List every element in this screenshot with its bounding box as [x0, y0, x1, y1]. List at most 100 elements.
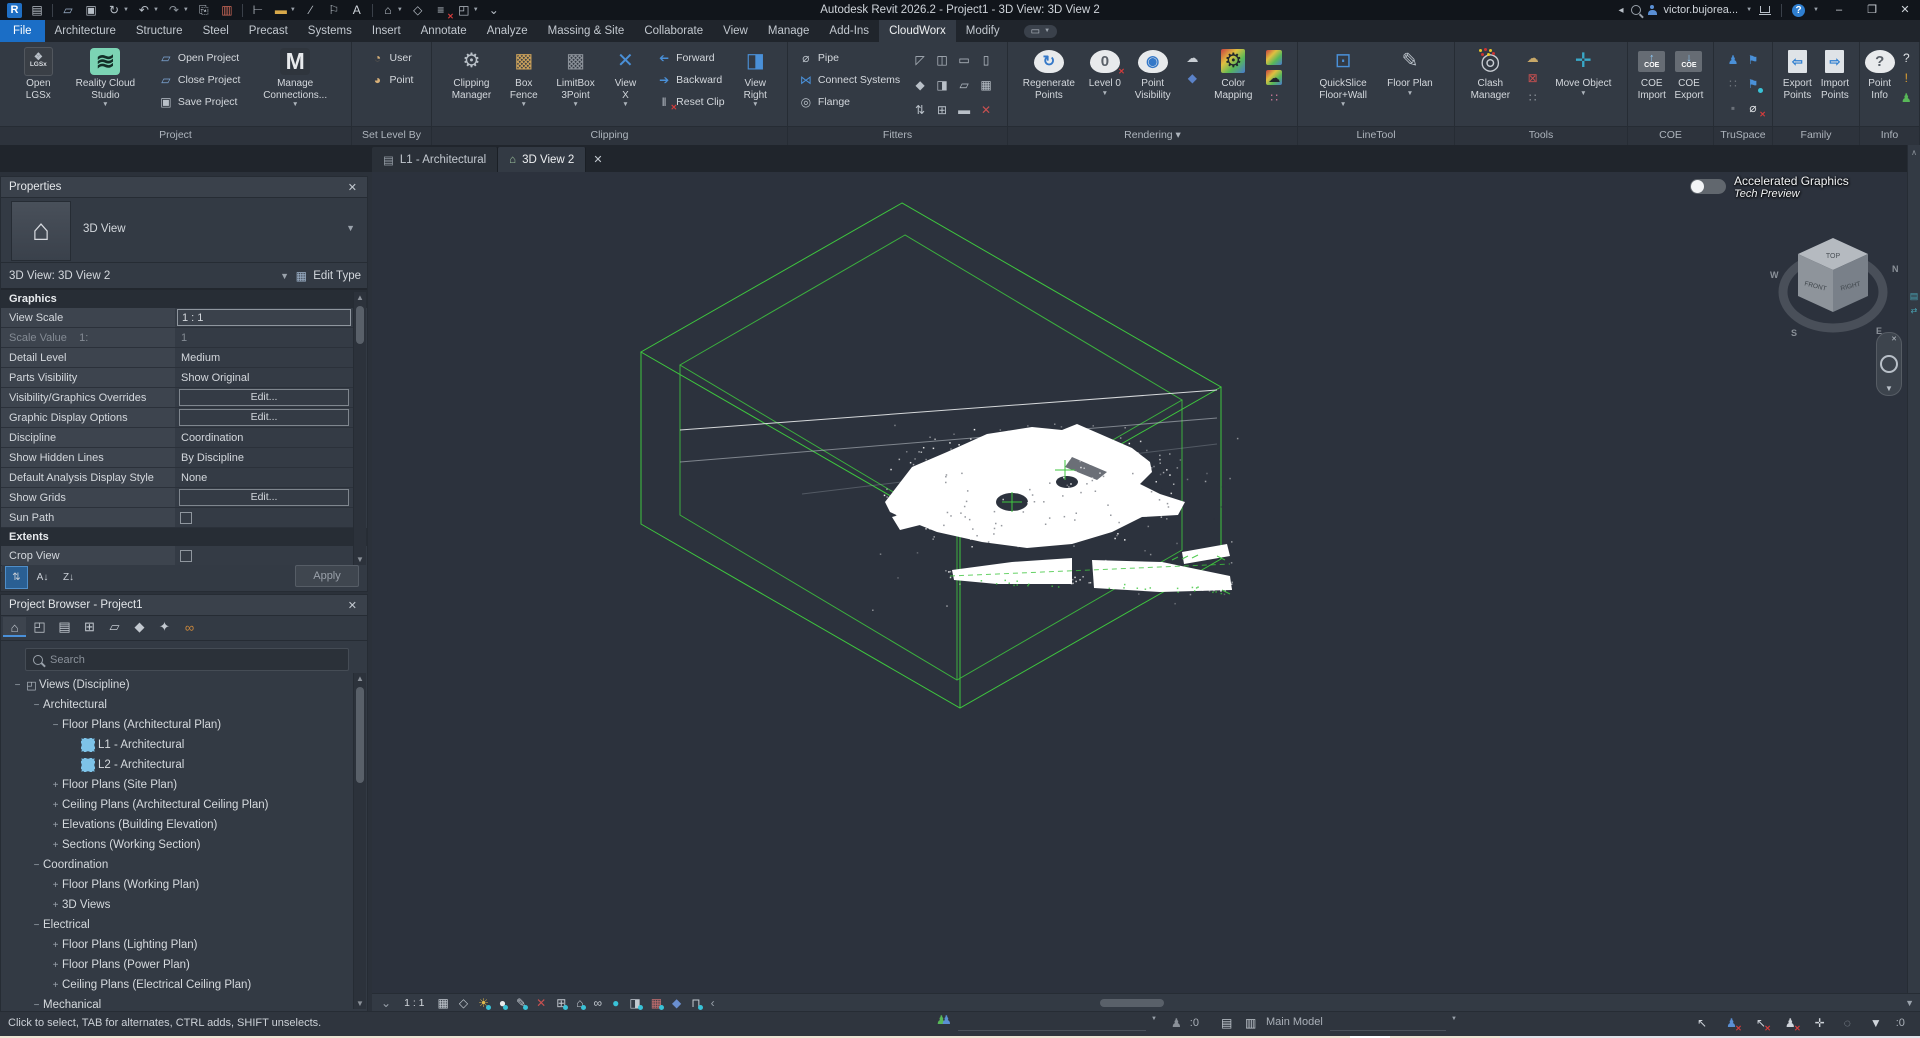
fitting-type-icons-4[interactable]: ▯ [978, 52, 994, 67]
worksharing-icon[interactable]: ≡ [430, 1, 452, 19]
recent-files-icon[interactable]: ▤ [26, 1, 48, 19]
properties-close-icon[interactable]: ✕ [346, 181, 359, 194]
corner-chevron-icon[interactable]: ▼ [1905, 998, 1914, 1008]
user-menu-chevron-icon[interactable]: ▼ [1746, 7, 1752, 13]
truspace-icons-5[interactable]: ▪ [1725, 101, 1741, 116]
store-cart-icon[interactable] [1759, 6, 1771, 15]
button-save-project[interactable]: ▣Save Project [158, 94, 240, 109]
button-reset-clip[interactable]: ‖Reset Clip [656, 94, 724, 109]
measure-icon[interactable]: ▬▼ [270, 1, 299, 19]
button-clash-manager[interactable]: ◎ClashManager [1471, 43, 1510, 126]
project-browser-scrollbar[interactable]: ▲ ▼ [353, 673, 366, 1009]
color-map-icons-2[interactable]: ☁ [1266, 70, 1282, 85]
help-icon[interactable]: ? [1792, 4, 1805, 17]
button-point-info[interactable]: ?PointInfo [1865, 43, 1895, 126]
restore-button[interactable]: ❐ [1859, 0, 1885, 20]
revit-logo[interactable]: R [4, 1, 25, 19]
ribbon-tab-file[interactable]: File [0, 20, 45, 42]
snaps-icon[interactable]: ◌ [1844, 1016, 1851, 1030]
apply-button[interactable]: Apply [295, 565, 359, 587]
views-icon[interactable]: ◰ [28, 617, 51, 637]
button-open-project[interactable]: ▱Open Project [158, 50, 240, 65]
button-view-x[interactable]: ✕ViewX▼ [613, 43, 637, 126]
button-view-right[interactable]: ◨ViewRight▼ [743, 43, 767, 126]
truspace-icons-4[interactable]: ⚑ [1745, 77, 1761, 92]
tree-item-floor-plans-site-plan[interactable]: +Floor Plans (Site Plan) [3, 775, 352, 795]
fitting-type-icons-6[interactable]: ◨ [934, 77, 950, 92]
truspace-icons-2[interactable]: ⚑ [1745, 53, 1761, 68]
view-menu-chevron[interactable]: ⌄ [381, 997, 391, 1009]
ribbon-tab-systems[interactable]: Systems [298, 20, 362, 42]
rendering-dialog-icon[interactable]: ✎ [516, 997, 526, 1009]
help-menu-chevron-icon[interactable]: ▼ [1813, 7, 1819, 13]
aligned-dimension-icon[interactable]: ⊢ [247, 1, 269, 19]
minimize-button[interactable]: – [1826, 0, 1852, 20]
button-coe-import[interactable]: ↑COECOEImport [1638, 43, 1666, 126]
navbar-chevron-icon[interactable]: ▼ [1885, 384, 1893, 393]
button-floor-plan[interactable]: ✎Floor Plan▼ [1387, 43, 1433, 126]
type-selector[interactable]: ⌂ 3D View ▼ [1, 198, 367, 263]
edit-button[interactable]: Edit... [179, 489, 349, 506]
worksharing-users-icon[interactable] [936, 1016, 950, 1028]
fitting-type-icons-7[interactable]: ▱ [956, 77, 972, 92]
info-aux-icons-1[interactable]: ? [1898, 50, 1914, 65]
project-browser-close-icon[interactable]: ✕ [346, 599, 359, 612]
tree-item-floor-plans-working-plan[interactable]: +Floor Plans (Working Plan) [3, 875, 352, 895]
edit-button[interactable]: Edit... [179, 409, 349, 426]
button-connect-systems[interactable]: ⋈Connect Systems [798, 72, 900, 87]
button-clipping-manager[interactable]: ⚙ClippingManager [452, 43, 491, 126]
button-export-points[interactable]: ⇦ExportPoints [1783, 43, 1812, 126]
collapse-icon[interactable]: ◂ [1618, 5, 1623, 16]
ribbon-tab-architecture[interactable]: Architecture [45, 20, 126, 42]
close-view-tab-icon[interactable]: ✕ [586, 147, 609, 172]
tree-item-floor-plans-architectural-plan[interactable]: −Floor Plans (Architectural Plan) [3, 715, 352, 735]
close-button[interactable]: ✕ [1892, 0, 1918, 20]
sort-ascending-button[interactable]: A↓ [31, 566, 54, 589]
sheets-icon[interactable]: ▱ [103, 617, 126, 637]
button-move-object[interactable]: ✛Move Object▼ [1555, 43, 1611, 126]
checkbox-crop-view[interactable] [180, 550, 192, 562]
tag-icon[interactable]: ⚐ [323, 1, 345, 19]
horizontal-scrollbar-thumb[interactable] [1100, 999, 1164, 1007]
detail-level-icon[interactable]: ▦ [438, 997, 449, 1009]
highlight-displacement-icon[interactable]: ◆ [672, 997, 681, 1009]
tree-item-sections-working-section[interactable]: +Sections (Working Section) [3, 835, 352, 855]
ribbon-tab-cloudworx[interactable]: CloudWorx [879, 20, 956, 42]
select-underlay-icon[interactable]: ♟ [1726, 1016, 1737, 1030]
button-backward[interactable]: ➔Backward [656, 72, 724, 87]
search-icon[interactable] [1631, 5, 1641, 15]
tree-item-views-discipline[interactable]: −◰Views (Discipline) [3, 675, 352, 695]
tree-item-mechanical[interactable]: −Mechanical [3, 995, 352, 1009]
button-pipe[interactable]: ⌀Pipe [798, 50, 900, 65]
select-by-face-icon[interactable]: ♟ [1785, 1016, 1796, 1030]
sync-icon[interactable]: ↻▼ [103, 1, 132, 19]
color-map-icons-1[interactable] [1266, 50, 1282, 65]
visual-style-icon[interactable]: ◇ [459, 997, 468, 1009]
print-preview-icon[interactable]: ▥ [216, 1, 238, 19]
tree-item-elevations-building-elevation[interactable]: +Elevations (Building Elevation) [3, 815, 352, 835]
fitting-type-icons-3[interactable]: ▭ [956, 52, 972, 67]
instance-selector[interactable]: 3D View: 3D View 2 ▼ ▦ Edit Type [1, 263, 367, 290]
fitting-type-icons-11[interactable]: ▬ [956, 102, 972, 117]
scale-label[interactable]: 1 : 1 [404, 997, 424, 1009]
properties-scrollbar[interactable]: ▲ ▼ [353, 292, 366, 565]
clash-aux-icons-3[interactable]: ∷ [1525, 90, 1541, 105]
sort-default-button[interactable]: ⇅ [5, 566, 28, 589]
edit-type-button[interactable]: ▦ Edit Type [293, 268, 361, 283]
info-aux-icons-3[interactable]: ♟ [1898, 90, 1914, 105]
ribbon-tab-add-ins[interactable]: Add-Ins [819, 20, 879, 42]
username[interactable]: victor.bujorea... [1664, 4, 1739, 16]
families-icon[interactable]: ◆ [128, 617, 151, 637]
ribbon-tab-analyze[interactable]: Analyze [477, 20, 538, 42]
button-limitbox-3point[interactable]: ▩LimitBox3Point▼ [556, 43, 594, 126]
view-tab-3d-view-2[interactable]: ⌂3D View 2 [498, 147, 586, 172]
button-reality-cloud-studio[interactable]: ≋Reality CloudStudio▼ [76, 43, 135, 126]
truspace-icons-3[interactable]: ∷ [1725, 77, 1741, 92]
ribbon-tab-structure[interactable]: Structure [126, 20, 193, 42]
open-icon[interactable]: ▱ [57, 1, 79, 19]
button-forward[interactable]: ➔Forward [656, 50, 724, 65]
button-regenerate-points[interactable]: ↻RegeneratePoints [1023, 43, 1075, 126]
instance-chevron-icon[interactable]: ▼ [280, 271, 289, 281]
truspace-icons-6[interactable]: ⌀ [1745, 101, 1761, 116]
tree-item-ceiling-plans-electrical-ceiling-plan[interactable]: +Ceiling Plans (Electrical Ceiling Plan) [3, 975, 352, 995]
